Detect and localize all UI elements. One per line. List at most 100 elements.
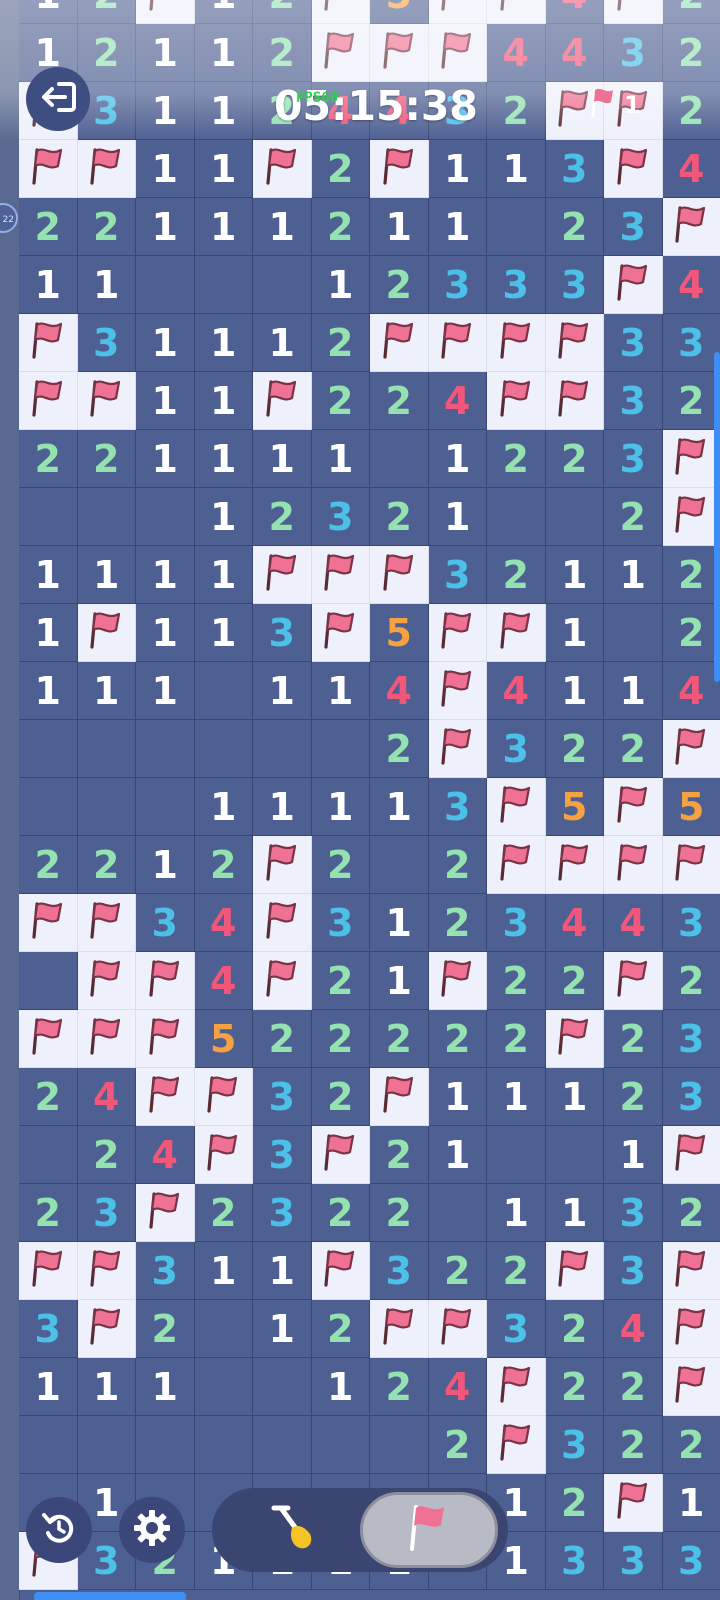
number-cell[interactable]: 1 [428, 1068, 487, 1126]
empty-cell[interactable] [136, 1416, 195, 1474]
number-cell[interactable]: 2 [662, 24, 720, 82]
flagged-cell[interactable] [19, 140, 78, 198]
flagged-cell[interactable] [662, 1300, 720, 1358]
number-cell[interactable]: 2 [311, 372, 370, 430]
empty-cell[interactable] [19, 1126, 78, 1184]
number-cell[interactable]: 1 [253, 430, 312, 488]
empty-cell[interactable] [77, 720, 136, 778]
number-cell[interactable]: 2 [311, 952, 370, 1010]
number-cell[interactable]: 3 [77, 314, 136, 372]
number-cell[interactable]: 2 [311, 836, 370, 894]
flagged-cell[interactable] [662, 1242, 720, 1300]
empty-cell[interactable] [19, 1416, 78, 1474]
number-cell[interactable]: 3 [604, 314, 663, 372]
number-cell[interactable]: 1 [136, 198, 195, 256]
flagged-cell[interactable] [253, 140, 312, 198]
number-cell[interactable]: 1 [194, 546, 253, 604]
number-cell[interactable]: 2 [370, 1010, 429, 1068]
flagged-cell[interactable] [662, 720, 720, 778]
number-cell[interactable]: 5 [194, 1010, 253, 1068]
number-cell[interactable]: 2 [662, 372, 720, 430]
number-cell[interactable]: 4 [662, 256, 720, 314]
number-cell[interactable]: 1 [370, 198, 429, 256]
number-cell[interactable]: 4 [77, 1068, 136, 1126]
number-cell[interactable]: 2 [19, 430, 78, 488]
flagged-cell[interactable] [311, 546, 370, 604]
number-cell[interactable]: 3 [253, 1068, 312, 1126]
empty-cell[interactable] [19, 952, 78, 1010]
number-cell[interactable]: 1 [428, 430, 487, 488]
number-cell[interactable]: 2 [253, 488, 312, 546]
number-cell[interactable]: 2 [370, 720, 429, 778]
flagged-cell[interactable] [545, 836, 604, 894]
number-cell[interactable]: 2 [545, 1474, 604, 1532]
number-cell[interactable]: 1 [487, 1068, 546, 1126]
flagged-cell[interactable] [487, 0, 546, 24]
flagged-cell[interactable] [604, 256, 663, 314]
number-cell[interactable]: 3 [604, 372, 663, 430]
number-cell[interactable]: 3 [545, 140, 604, 198]
number-cell[interactable]: 4 [545, 894, 604, 952]
number-cell[interactable]: 2 [545, 952, 604, 1010]
number-cell[interactable]: 1 [487, 140, 546, 198]
number-cell[interactable]: 1 [194, 1242, 253, 1300]
empty-cell[interactable] [487, 198, 546, 256]
number-cell[interactable]: 2 [77, 0, 136, 24]
number-cell[interactable]: 5 [370, 604, 429, 662]
flagged-cell[interactable] [370, 24, 429, 82]
number-cell[interactable]: 2 [662, 1416, 720, 1474]
number-cell[interactable]: 3 [428, 778, 487, 836]
number-cell[interactable]: 2 [428, 1010, 487, 1068]
flagged-cell[interactable] [545, 1010, 604, 1068]
number-cell[interactable]: 3 [604, 1532, 663, 1590]
number-cell[interactable]: 1 [428, 1126, 487, 1184]
number-cell[interactable]: 3 [487, 720, 546, 778]
number-cell[interactable]: 1 [194, 372, 253, 430]
flagged-cell[interactable] [77, 894, 136, 952]
number-cell[interactable]: 2 [662, 546, 720, 604]
empty-cell[interactable] [253, 720, 312, 778]
number-cell[interactable]: 1 [311, 662, 370, 720]
number-cell[interactable]: 1 [194, 140, 253, 198]
flagged-cell[interactable] [311, 1242, 370, 1300]
number-cell[interactable]: 2 [370, 1358, 429, 1416]
empty-cell[interactable] [545, 488, 604, 546]
number-cell[interactable]: 3 [662, 1010, 720, 1068]
flagged-cell[interactable] [428, 0, 487, 24]
number-cell[interactable]: 2 [487, 1242, 546, 1300]
flagged-cell[interactable] [311, 1126, 370, 1184]
number-cell[interactable]: 2 [487, 1010, 546, 1068]
number-cell[interactable]: 3 [662, 314, 720, 372]
flagged-cell[interactable] [370, 314, 429, 372]
number-cell[interactable]: 2 [370, 488, 429, 546]
empty-cell[interactable] [136, 778, 195, 836]
number-cell[interactable]: 1 [253, 778, 312, 836]
number-cell[interactable]: 3 [19, 1300, 78, 1358]
number-cell[interactable]: 1 [370, 894, 429, 952]
flagged-cell[interactable] [253, 372, 312, 430]
number-cell[interactable]: 1 [19, 546, 78, 604]
flagged-cell[interactable] [77, 604, 136, 662]
number-cell[interactable]: 3 [428, 546, 487, 604]
flagged-cell[interactable] [77, 372, 136, 430]
flagged-cell[interactable] [311, 0, 370, 24]
number-cell[interactable]: 4 [545, 24, 604, 82]
flagged-cell[interactable] [428, 604, 487, 662]
number-cell[interactable]: 2 [77, 836, 136, 894]
empty-cell[interactable] [370, 836, 429, 894]
number-cell[interactable]: 4 [370, 662, 429, 720]
number-cell[interactable]: 1 [545, 1068, 604, 1126]
number-cell[interactable]: 2 [545, 1358, 604, 1416]
flagged-cell[interactable] [136, 952, 195, 1010]
flagged-cell[interactable] [487, 836, 546, 894]
flagged-cell[interactable] [487, 604, 546, 662]
number-cell[interactable]: 2 [545, 720, 604, 778]
number-cell[interactable]: 1 [194, 0, 253, 24]
flagged-cell[interactable] [604, 140, 663, 198]
number-cell[interactable]: 1 [136, 604, 195, 662]
number-cell[interactable]: 2 [194, 836, 253, 894]
flagged-cell[interactable] [662, 488, 720, 546]
number-cell[interactable]: 3 [604, 1242, 663, 1300]
number-cell[interactable]: 2 [487, 430, 546, 488]
flagged-cell[interactable] [428, 720, 487, 778]
